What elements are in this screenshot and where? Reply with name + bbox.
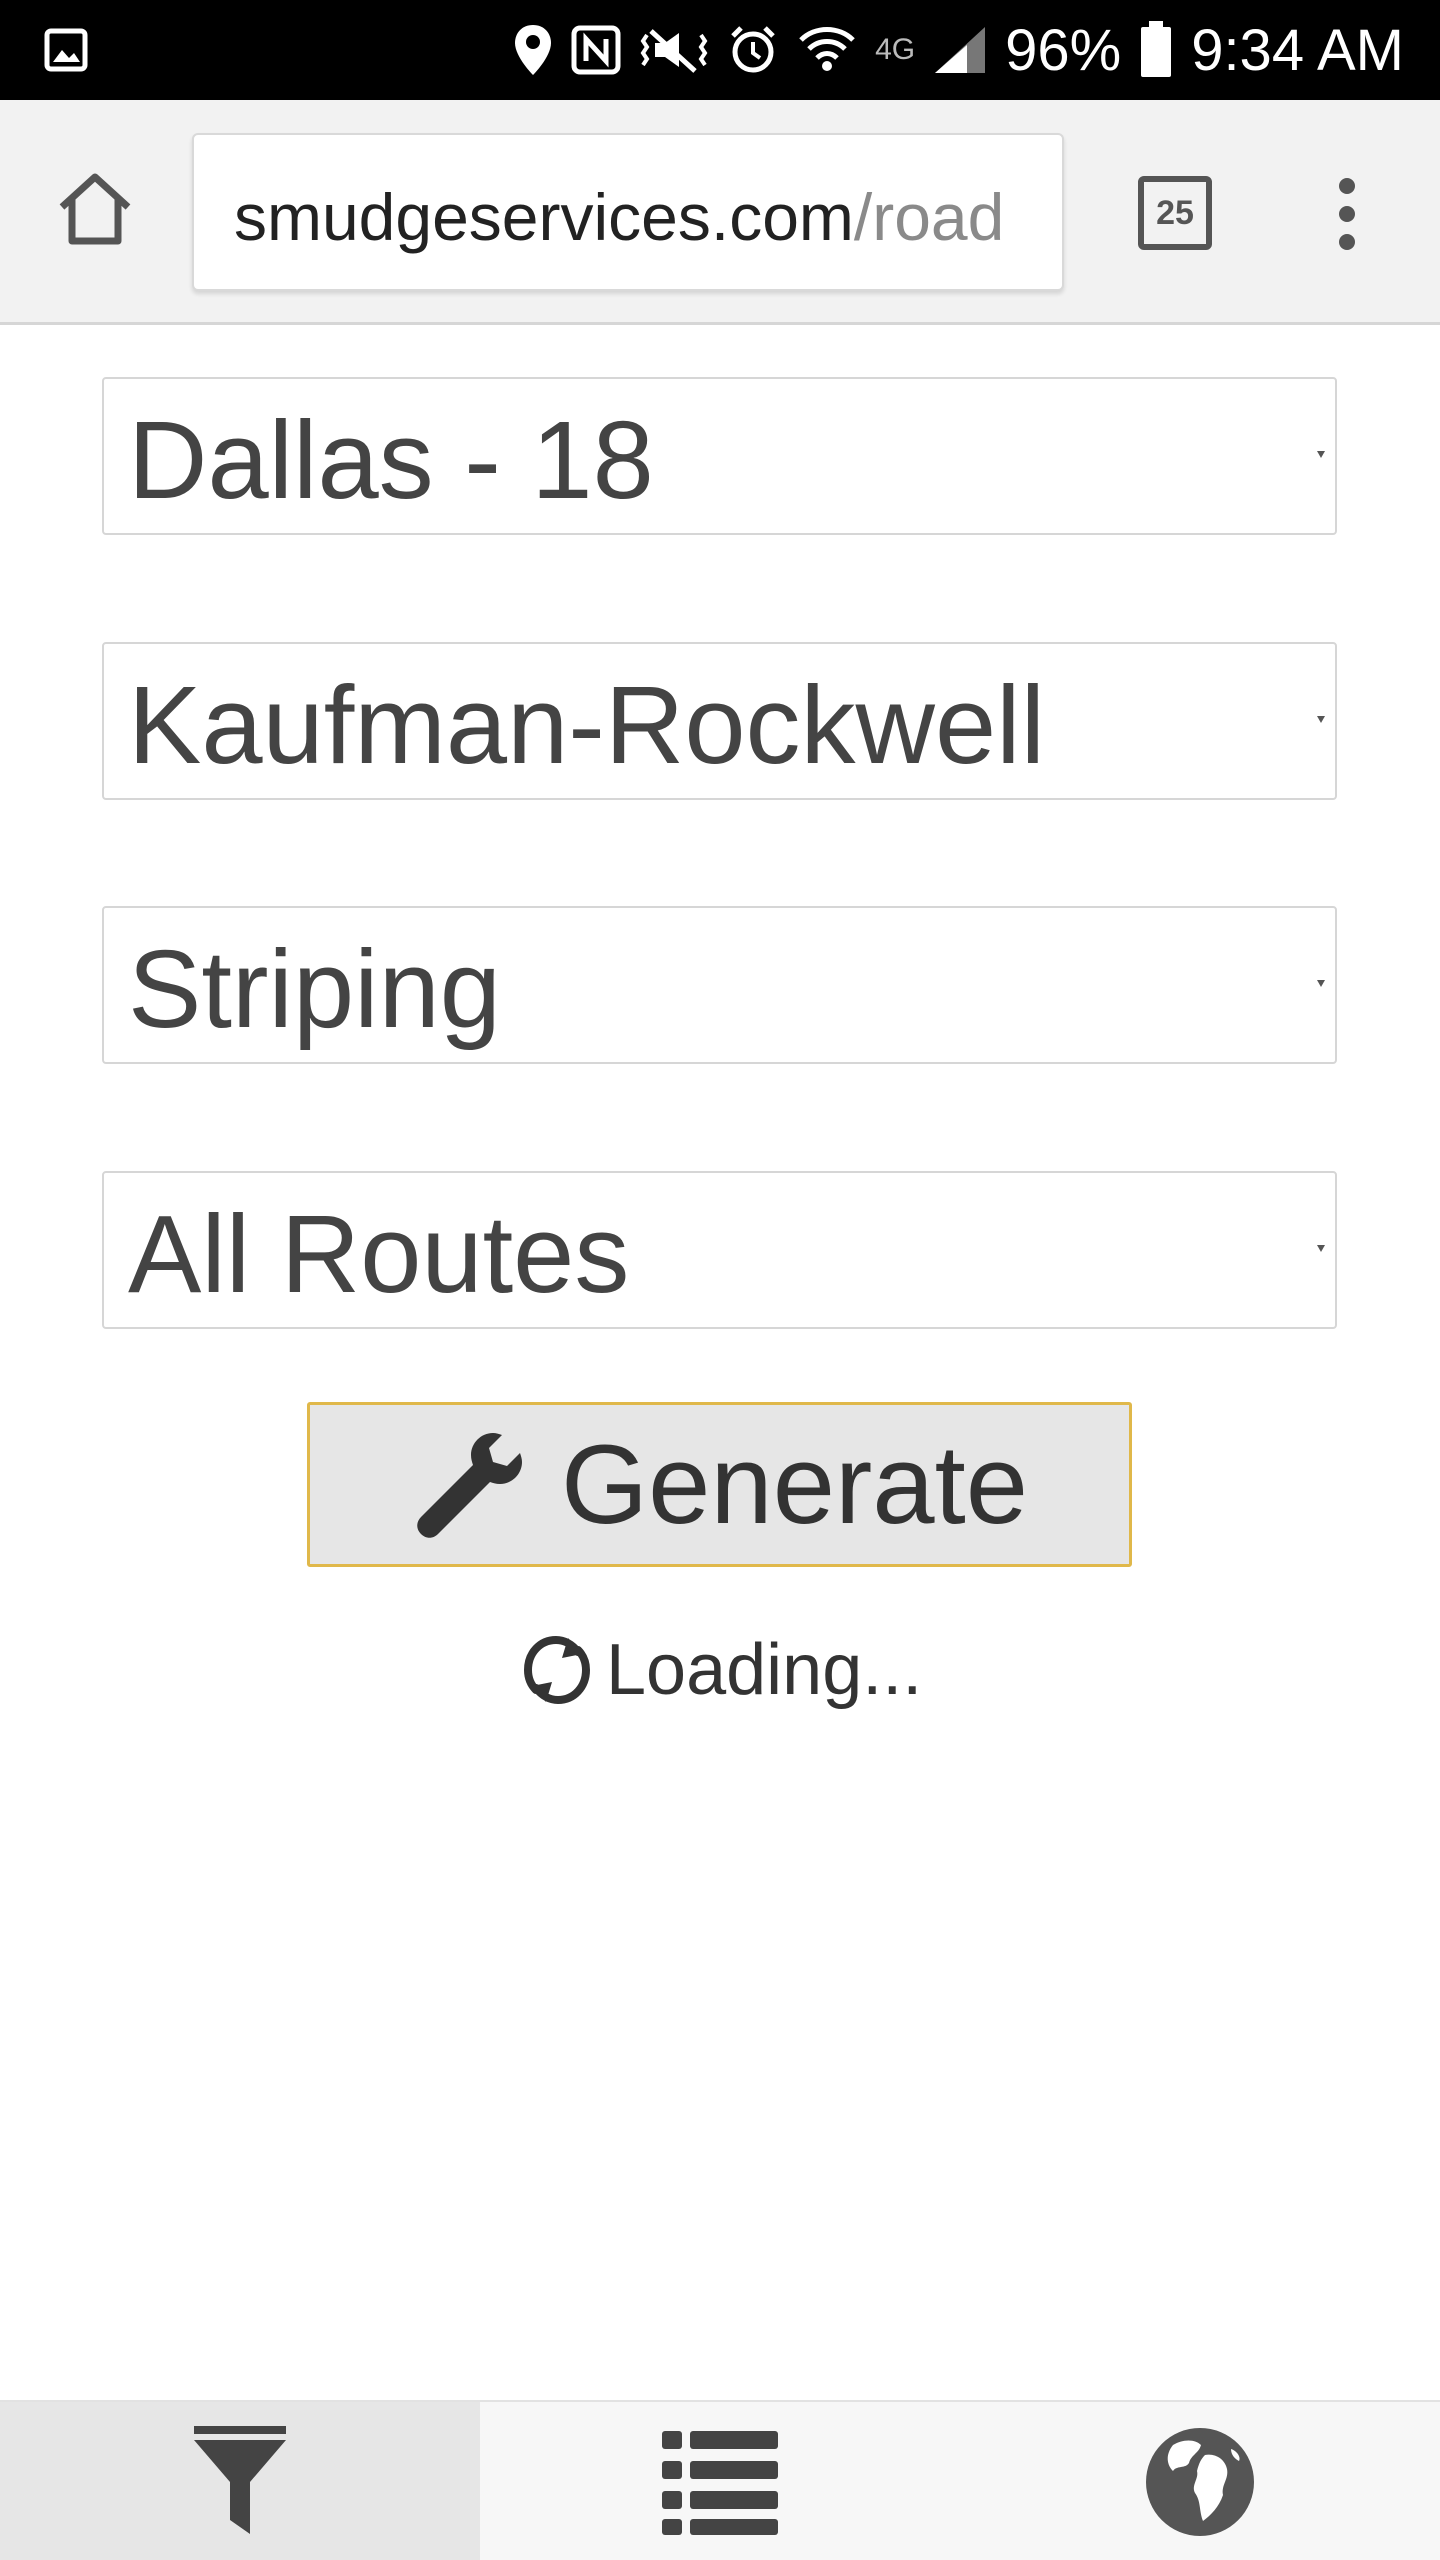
- home-icon: [59, 173, 131, 245]
- district-select-value: Dallas - 18: [128, 399, 654, 522]
- area-select-value: Kaufman-Rockwell: [128, 664, 1046, 787]
- clock: 9:34 AM: [1191, 17, 1404, 83]
- browser-toolbar: smudgeservices.com/road 25: [0, 100, 1440, 325]
- work-type-select[interactable]: Striping: [102, 906, 1337, 1064]
- address-bar[interactable]: smudgeservices.com/road: [192, 133, 1064, 291]
- wifi-icon: [797, 22, 857, 78]
- dropdown-arrow-icon: [1317, 716, 1325, 723]
- globe-icon: [1146, 2428, 1254, 2536]
- overflow-menu-button[interactable]: [1322, 164, 1372, 264]
- signal-icon: [933, 25, 987, 75]
- menu-dot: [1339, 178, 1355, 194]
- url-path: /road: [853, 180, 1005, 254]
- url-domain: smudgeservices.com: [234, 180, 854, 254]
- generate-button[interactable]: Generate: [307, 1402, 1132, 1567]
- route-select[interactable]: All Routes: [102, 1171, 1337, 1329]
- filter-icon: [194, 2426, 286, 2534]
- location-icon: [513, 23, 553, 77]
- vibrate-icon: [639, 25, 709, 75]
- nfc-icon: [571, 25, 621, 75]
- loading-label: Loading...: [606, 1630, 923, 1710]
- dropdown-arrow-icon: [1317, 1245, 1325, 1252]
- generate-label: Generate: [561, 1422, 1028, 1547]
- district-select[interactable]: Dallas - 18: [102, 377, 1337, 535]
- battery-percent: 96%: [1005, 17, 1122, 83]
- nav-map[interactable]: [960, 2402, 1440, 2560]
- route-select-value: All Routes: [128, 1193, 630, 1316]
- alarm-icon: [727, 24, 779, 76]
- home-button[interactable]: [50, 164, 140, 254]
- dropdown-arrow-icon: [1317, 451, 1325, 458]
- nav-list[interactable]: [480, 2402, 960, 2560]
- wrench-icon: [417, 1432, 522, 1538]
- area-select[interactable]: Kaufman-Rockwell: [102, 642, 1337, 800]
- tabs-button[interactable]: 25: [1138, 176, 1212, 250]
- status-bar: 4G 96% 9:34 AM: [0, 0, 1440, 100]
- menu-dot: [1339, 234, 1355, 250]
- nav-filter[interactable]: [0, 2402, 480, 2560]
- work-type-select-value: Striping: [128, 928, 501, 1051]
- bottom-nav: [0, 2400, 1440, 2560]
- refresh-icon: [523, 1635, 591, 1705]
- battery-icon: [1139, 21, 1173, 79]
- menu-dot: [1339, 206, 1355, 222]
- gallery-icon: [44, 28, 88, 77]
- tab-count: 25: [1156, 193, 1194, 232]
- loading-indicator: Loading...: [520, 1620, 922, 1720]
- network-type-label: 4G: [875, 33, 916, 66]
- dropdown-arrow-icon: [1317, 980, 1325, 987]
- list-icon: [662, 2431, 778, 2535]
